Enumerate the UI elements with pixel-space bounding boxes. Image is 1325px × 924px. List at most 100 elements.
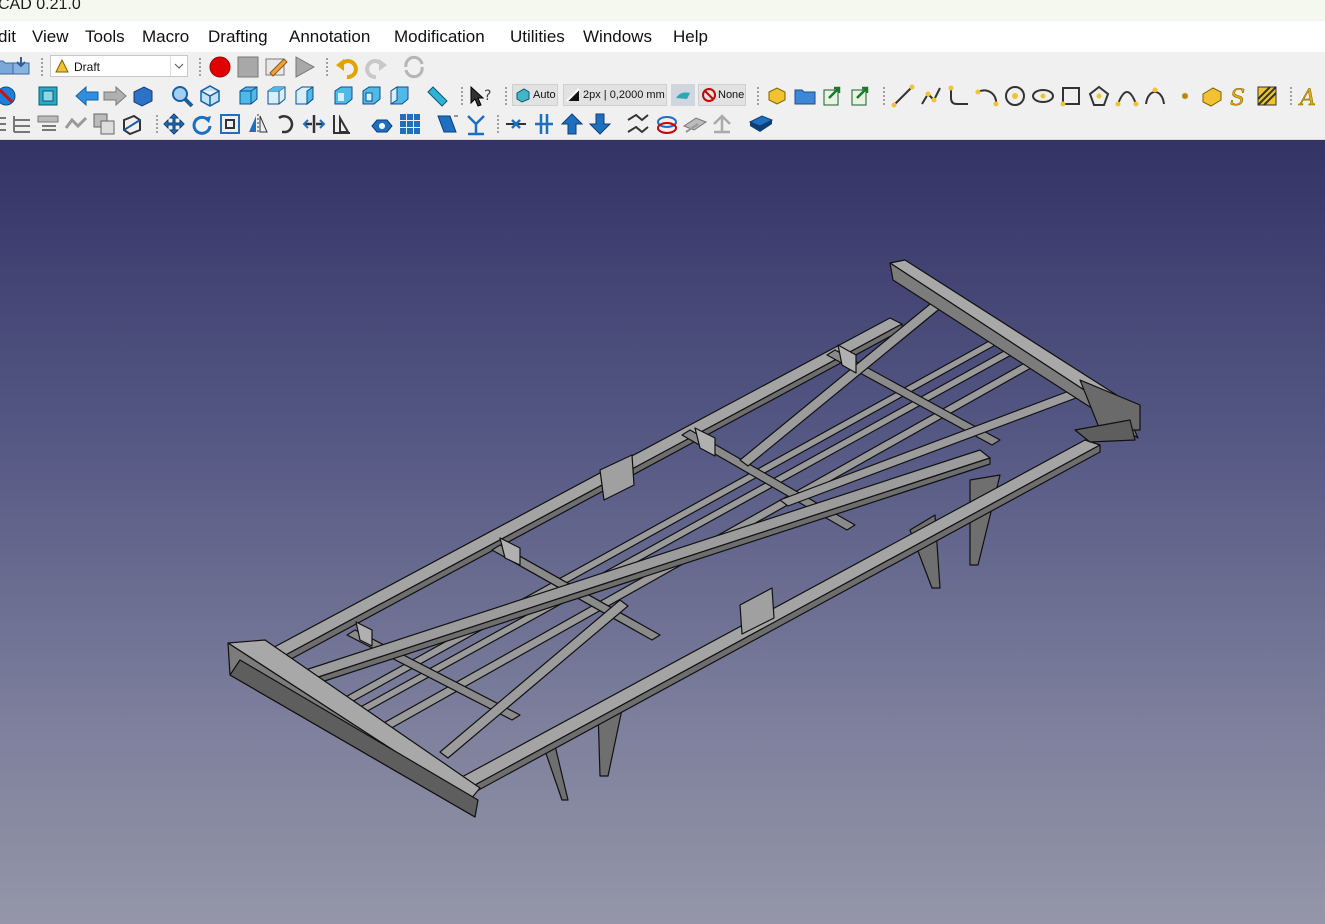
- menu-tools[interactable]: Tools: [85, 27, 125, 47]
- menu-view[interactable]: View: [32, 27, 69, 47]
- splice-plate: [599, 454, 635, 501]
- down-icon[interactable]: [588, 112, 612, 136]
- toolbar-grip[interactable]: [504, 86, 508, 106]
- toolbar-grip[interactable]: [325, 57, 329, 77]
- create-icon[interactable]: [765, 84, 789, 108]
- measure-icon[interactable]: [425, 84, 449, 108]
- toolbar-grip[interactable]: [756, 86, 760, 106]
- redo-icon[interactable]: [364, 55, 388, 79]
- toolbar-grip[interactable]: [496, 114, 500, 134]
- menu-macro[interactable]: Macro: [142, 27, 189, 47]
- menu-bar: dit View Tools Macro Drafting Annotation…: [0, 21, 1325, 52]
- hatch-icon[interactable]: [1255, 84, 1279, 108]
- join-icon[interactable]: [532, 112, 556, 136]
- ellipse-icon[interactable]: [1031, 84, 1055, 108]
- wire-to-bspline-icon[interactable]: [398, 112, 422, 136]
- trimex-icon[interactable]: [274, 112, 298, 136]
- menu-windows[interactable]: Windows: [583, 27, 652, 47]
- auto-plane-button[interactable]: Auto: [512, 84, 558, 106]
- back-icon[interactable]: [74, 84, 100, 108]
- save-icon[interactable]: [10, 55, 32, 77]
- undo-icon[interactable]: [335, 55, 359, 79]
- toolbar-grip[interactable]: [460, 86, 464, 106]
- move-icon[interactable]: [162, 112, 186, 136]
- tree-icon[interactable]: [64, 112, 88, 136]
- fillet-icon[interactable]: [947, 84, 971, 108]
- window-title: CAD 0.21.0: [0, 0, 81, 13]
- workbench-icon[interactable]: [131, 84, 155, 108]
- layers-icon[interactable]: [10, 112, 34, 136]
- draft-to-sketch-icon[interactable]: [436, 112, 460, 136]
- shape2dview-icon[interactable]: [710, 112, 736, 136]
- line-icon[interactable]: [891, 84, 915, 108]
- mirror-icon[interactable]: [246, 112, 270, 136]
- grid-icon[interactable]: [36, 112, 62, 136]
- toolbar-grip[interactable]: [40, 57, 44, 77]
- menu-edit[interactable]: dit: [0, 27, 16, 47]
- left-view-icon[interactable]: [387, 84, 411, 108]
- toolbar-grip[interactable]: [882, 86, 886, 106]
- array-icon[interactable]: [330, 112, 354, 136]
- bounding-box-icon[interactable]: [36, 84, 60, 108]
- diagonal-brace: [779, 384, 1093, 507]
- edit-icon[interactable]: [654, 112, 680, 136]
- rear-view-icon[interactable]: [331, 84, 355, 108]
- shapestring-icon[interactable]: S: [1227, 84, 1251, 108]
- front-view-icon[interactable]: [236, 84, 260, 108]
- 3d-viewport[interactable]: [0, 140, 1325, 924]
- forward-arrow-alt-icon[interactable]: [849, 84, 873, 108]
- facebinder-icon[interactable]: [1199, 84, 1223, 108]
- up-icon[interactable]: [560, 112, 584, 136]
- menu-drafting[interactable]: Drafting: [208, 27, 268, 47]
- record-macro-icon[interactable]: [208, 55, 232, 79]
- rotate-icon[interactable]: [190, 112, 214, 136]
- forward-arrow-icon[interactable]: [821, 84, 845, 108]
- menu-utilities[interactable]: Utilities: [510, 27, 565, 47]
- execute-macro-icon[interactable]: [292, 55, 316, 79]
- polygon-icon[interactable]: [1087, 84, 1111, 108]
- menu-help[interactable]: Help: [673, 27, 708, 47]
- menu-modification[interactable]: Modification: [394, 27, 485, 47]
- point-icon[interactable]: [1175, 84, 1195, 108]
- line-width-button[interactable]: 2px | 0,2000 mm: [563, 84, 667, 106]
- stop-macro-icon[interactable]: [236, 55, 260, 79]
- wire-icon[interactable]: [919, 84, 943, 108]
- split-icon[interactable]: [626, 112, 650, 136]
- diagonal-brace-web: [299, 457, 991, 690]
- sub-element-icon[interactable]: [682, 112, 708, 136]
- color-icon[interactable]: [671, 84, 695, 106]
- workbench-selector[interactable]: Draft: [50, 55, 188, 77]
- forward-icon[interactable]: [102, 84, 128, 108]
- right-view-icon[interactable]: [292, 84, 316, 108]
- toolbar-grip[interactable]: [198, 57, 202, 77]
- bottom-view-icon[interactable]: [359, 84, 383, 108]
- bezier-icon[interactable]: [1143, 84, 1167, 108]
- chevron-down-icon: [170, 56, 184, 76]
- text-icon[interactable]: A: [1298, 84, 1324, 108]
- rectangle-icon[interactable]: [1059, 84, 1083, 108]
- circle-icon[interactable]: [1003, 84, 1027, 108]
- draw-style-icon[interactable]: [0, 84, 18, 108]
- chassis-frame-model[interactable]: [0, 140, 1325, 924]
- top-view-icon[interactable]: [264, 84, 288, 108]
- polar-array-icon[interactable]: [369, 112, 395, 136]
- arc-icon[interactable]: [975, 84, 999, 108]
- menu-annotation[interactable]: Annotation: [289, 27, 370, 47]
- downgrade-icon[interactable]: [504, 112, 528, 136]
- toolbar-grip[interactable]: [155, 114, 159, 134]
- refresh-icon[interactable]: [402, 55, 426, 79]
- bspline-icon[interactable]: [1115, 84, 1139, 108]
- upgrade-icon[interactable]: [464, 112, 488, 136]
- offset-icon[interactable]: [218, 112, 242, 136]
- working-plane-icon[interactable]: [748, 112, 774, 136]
- whats-this-icon[interactable]: ?: [468, 84, 494, 108]
- stretch-icon[interactable]: [302, 112, 326, 136]
- scale-icon[interactable]: [120, 112, 144, 136]
- edit-macro-icon[interactable]: [264, 55, 288, 79]
- zoom-icon[interactable]: [170, 84, 194, 108]
- clone-icon[interactable]: [92, 112, 116, 136]
- folder-icon[interactable]: [793, 84, 817, 108]
- isometric-icon[interactable]: [198, 84, 222, 108]
- snap-none-button[interactable]: None: [698, 84, 746, 106]
- toolbar-grip[interactable]: [1289, 86, 1293, 106]
